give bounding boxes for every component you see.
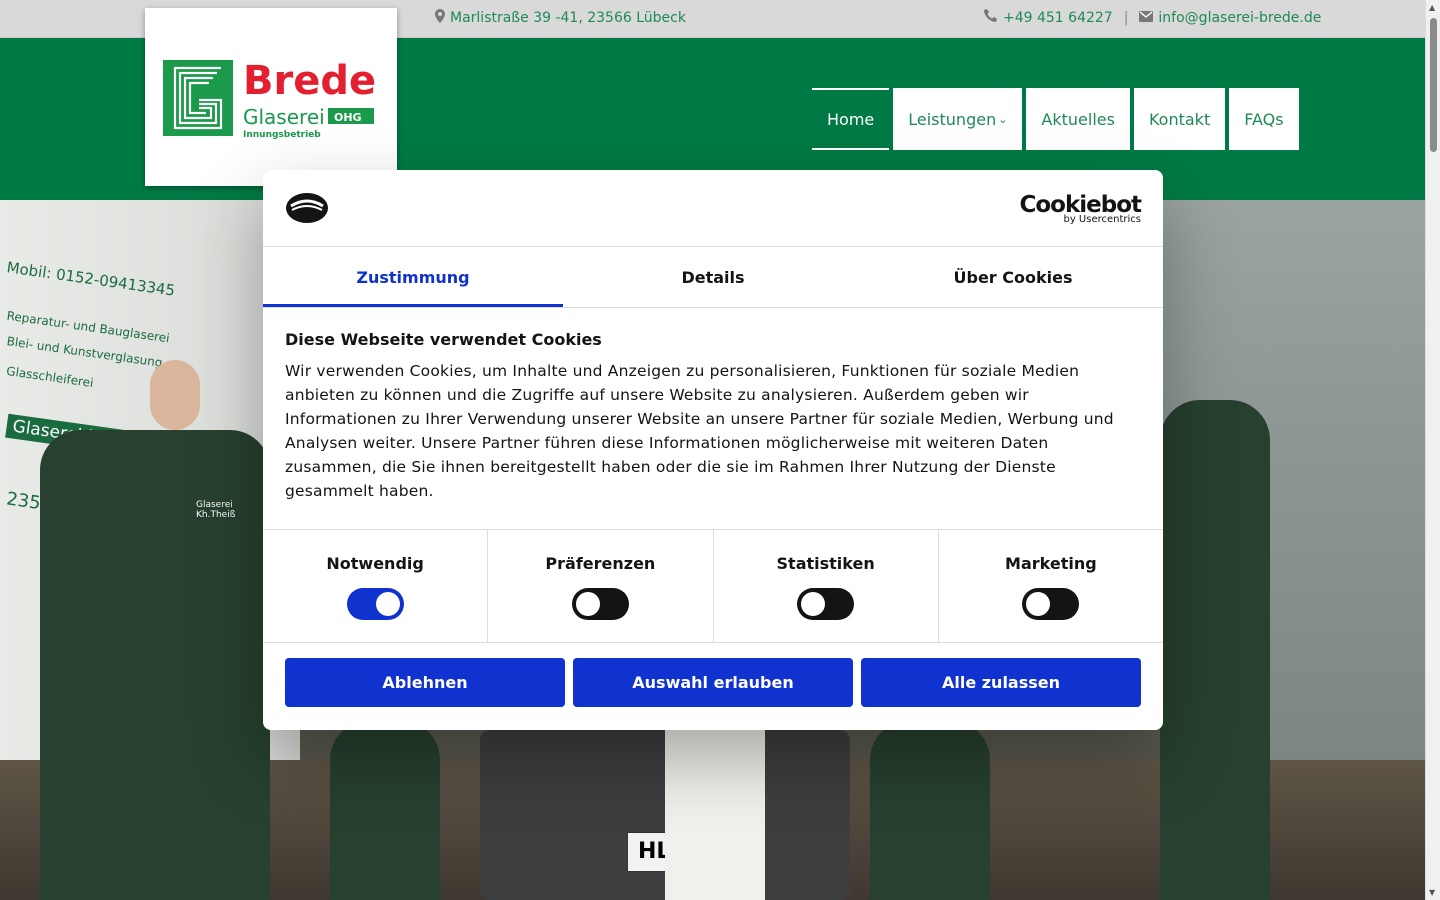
contact-links: +49 451 64227 | info@glaserei-brede.de	[984, 9, 1321, 27]
cookiebot-logo[interactable]: Cookiebot by Usercentrics	[1019, 192, 1142, 225]
nav-faqs-label: FAQs	[1244, 109, 1284, 129]
decline-button[interactable]: Ablehnen	[285, 658, 565, 707]
envelope-icon	[1139, 10, 1154, 26]
logo-mark-icon	[163, 60, 233, 136]
cookie-text: Wir verwenden Cookies, um Inhalte und An…	[285, 362, 1114, 500]
address-text[interactable]: Marlistraße 39 -41, 23566 Lübeck	[450, 10, 686, 26]
category-notwendig: Notwendig	[263, 530, 489, 642]
phone-icon	[984, 9, 998, 27]
nav-kontakt[interactable]: Kontakt	[1133, 88, 1226, 150]
person	[1160, 400, 1270, 900]
person-face	[150, 360, 200, 430]
nav-leistungen[interactable]: Leistungen ⌄	[893, 88, 1023, 150]
logo-brand: Brede	[243, 58, 376, 104]
nav-leistungen-label: Leistungen	[908, 109, 997, 129]
cookie-categories: Notwendig Präferenzen Statistiken Market…	[263, 529, 1163, 643]
category-label: Notwendig	[326, 554, 424, 573]
allow-selection-button[interactable]: Auswahl erlauben	[573, 658, 853, 707]
category-praeferenzen: Präferenzen	[488, 530, 714, 642]
address[interactable]: Marlistraße 39 -41, 23566 Lübeck	[435, 9, 686, 27]
cookie-actions: Ablehnen Auswahl erlauben Alle zulassen	[285, 658, 1141, 707]
toggle-notwendig[interactable]	[346, 588, 404, 620]
nav-home-label: Home	[827, 109, 875, 129]
category-label: Marketing	[1005, 554, 1097, 573]
logo-tagline: Innungsbetrieb	[243, 130, 321, 140]
toggle-statistiken[interactable]	[797, 588, 855, 620]
cookie-tabs: Zustimmung Details Über Cookies	[263, 247, 1163, 308]
email-link[interactable]: info@glaserei-brede.de	[1158, 10, 1321, 26]
cookie-brand-icon	[285, 192, 329, 228]
cookie-consent-dialog: Cookiebot by Usercentrics Zustimmung Det…	[263, 170, 1163, 730]
main-nav: Home Leistungen ⌄ Aktuelles Kontakt FAQs	[812, 88, 1299, 150]
allow-all-button[interactable]: Alle zulassen	[861, 658, 1141, 707]
nav-kontakt-label: Kontakt	[1148, 109, 1211, 129]
map-pin-icon	[435, 9, 445, 27]
logo-badge: OHG	[334, 111, 362, 124]
toggle-praeferenzen[interactable]	[571, 588, 629, 620]
cookie-header: Cookiebot by Usercentrics	[263, 170, 1163, 247]
nav-aktuelles[interactable]: Aktuelles	[1026, 88, 1130, 150]
cookie-body: Diese Webseite verwendet Cookies Wir ver…	[285, 330, 1141, 503]
person	[665, 730, 765, 900]
logo-name: Glaserei	[243, 105, 325, 129]
cookie-title: Diese Webseite verwendet Cookies	[285, 330, 602, 349]
person	[40, 430, 270, 900]
nav-home[interactable]: Home	[812, 88, 890, 150]
scrollbar-thumb[interactable]	[1430, 18, 1437, 152]
category-marketing: Marketing	[939, 530, 1163, 642]
scroll-up-icon[interactable]: ▲	[1429, 3, 1435, 12]
person	[330, 720, 440, 900]
tab-ueber-cookies[interactable]: Über Cookies	[863, 247, 1163, 307]
chevron-down-icon: ⌄	[998, 112, 1008, 126]
nav-aktuelles-label: Aktuelles	[1041, 109, 1115, 129]
phone-link[interactable]: +49 451 64227	[1003, 10, 1113, 26]
tab-details[interactable]: Details	[563, 247, 863, 307]
nav-faqs[interactable]: FAQs	[1229, 88, 1299, 150]
category-label: Statistiken	[776, 554, 875, 573]
person	[870, 720, 990, 900]
category-statistiken: Statistiken	[714, 530, 939, 642]
logo[interactable]: Brede Glaserei OHG Innungsbetrieb	[145, 8, 397, 186]
jacket-text: Glaserei Kh.Theiß	[196, 500, 236, 520]
category-label: Präferenzen	[545, 554, 656, 573]
toggle-marketing[interactable]	[1022, 588, 1080, 620]
scrollbar[interactable]: ▲ ▼	[1425, 0, 1440, 900]
scroll-down-icon[interactable]: ▼	[1429, 888, 1435, 897]
tab-zustimmung[interactable]: Zustimmung	[263, 247, 563, 307]
separator: |	[1123, 10, 1129, 26]
